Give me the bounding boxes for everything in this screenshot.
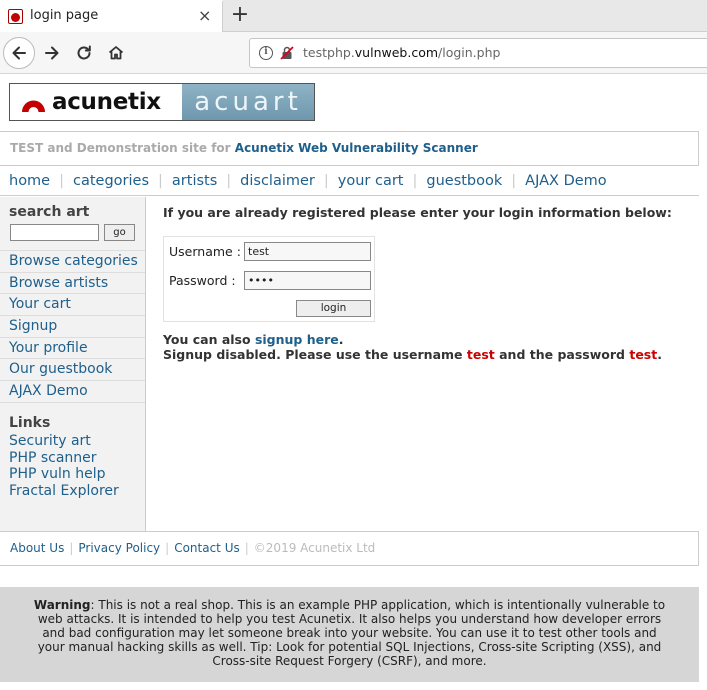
new-tab-icon[interactable]: +	[230, 2, 250, 28]
footer: About Us | Privacy Policy | Contact Us | ©2019…	[0, 531, 699, 566]
list-item: Our guestbook	[0, 358, 145, 380]
footer-about-us[interactable]: About Us	[10, 541, 64, 555]
menu-artists[interactable]: artists	[172, 173, 217, 189]
footer-contact-us[interactable]: Contact Us	[174, 541, 240, 555]
sidebar-item-signup[interactable]: Signup	[9, 318, 57, 334]
acuart-logo: acuart	[182, 84, 314, 120]
top-menu: home | categories | artists | disclaimer…	[0, 166, 699, 196]
list-item: PHP scanner	[9, 450, 145, 467]
link-fractal-explorer[interactable]: Fractal Explorer	[9, 483, 119, 499]
list-item: PHP vuln help	[9, 466, 145, 483]
footer-separator: |	[165, 541, 170, 555]
menu-guestbook[interactable]: guestbook	[426, 173, 502, 189]
reload-icon[interactable]	[68, 37, 100, 69]
menu-separator: |	[158, 172, 163, 189]
password-field[interactable]: ••••	[244, 271, 371, 290]
username-label: Username :	[169, 244, 241, 259]
home-icon[interactable]	[100, 37, 132, 69]
site-logo[interactable]: acunetix acuart	[9, 83, 315, 121]
back-arrow-icon[interactable]	[3, 37, 35, 69]
sidebar-item-your-cart[interactable]: Your cart	[9, 296, 71, 312]
menu-your-cart[interactable]: your cart	[338, 173, 404, 189]
browser-nav-bar: i testphp.vulnweb.com/login.php	[0, 32, 707, 74]
menu-separator: |	[226, 172, 232, 189]
forward-arrow-icon[interactable]	[36, 37, 68, 69]
warning-text: : This is not a real shop. This is an ex…	[37, 598, 666, 668]
login-form: Username : test Password : •••• login	[163, 236, 375, 322]
signup-link[interactable]: signup here	[255, 332, 339, 347]
main-content: If you are already registered please ent…	[163, 205, 699, 362]
acuart-wordmark: acuart	[194, 87, 302, 117]
browser-tab-bar: login page × +	[0, 0, 707, 32]
warning-banner: Warning: This is not a real shop. This i…	[0, 587, 699, 682]
sidebar-item-browse-artists[interactable]: Browse artists	[9, 275, 108, 291]
search-input[interactable]	[10, 224, 99, 241]
links-heading: Links	[0, 401, 145, 433]
password-hint: test	[629, 347, 658, 362]
list-item: Your profile	[0, 336, 145, 359]
password-label: Password :	[169, 273, 236, 288]
go-button[interactable]: go	[104, 224, 135, 241]
site-tagline: TEST and Demonstration site for Acunetix…	[0, 131, 699, 166]
close-tab-icon[interactable]: ×	[198, 6, 211, 26]
credentials-line: Signup disabled. Please use the username…	[163, 347, 662, 362]
sidebar: search art go Browse categories Browse a…	[0, 197, 146, 531]
menu-ajax-demo[interactable]: AJAX Demo	[525, 173, 607, 189]
search-form: go	[0, 223, 145, 249]
signup-line: You can also signup here.	[163, 332, 344, 347]
insecure-lock-icon[interactable]	[279, 45, 295, 61]
list-item: Browse categories	[0, 250, 145, 272]
link-security-art[interactable]: Security art	[9, 433, 91, 449]
menu-separator: |	[511, 172, 517, 189]
username-field[interactable]: test	[244, 242, 371, 261]
browser-tab[interactable]: login page ×	[0, 0, 223, 32]
sidebar-item-ajax-demo[interactable]: AJAX Demo	[9, 383, 88, 399]
footer-separator: |	[244, 541, 249, 555]
sidebar-nav: Browse categories Browse artists Your ca…	[0, 250, 145, 402]
sidebar-item-browse-categories[interactable]: Browse categories	[9, 253, 138, 269]
list-item: Fractal Explorer	[9, 483, 145, 500]
tab-title: login page	[30, 8, 99, 23]
list-item: Security art	[9, 433, 145, 450]
scanner-link[interactable]: Acunetix Web Vulnerability Scanner	[235, 141, 478, 155]
list-item: Browse artists	[0, 271, 145, 294]
list-item: Your cart	[0, 293, 145, 315]
copyright: ©2019 Acunetix Ltd	[253, 541, 376, 555]
search-heading: search art	[9, 204, 90, 220]
address-bar[interactable]: i testphp.vulnweb.com/login.php	[249, 38, 707, 68]
external-links: Security art PHP scanner PHP vuln help F…	[0, 433, 145, 500]
acunetix-logo-icon	[20, 91, 47, 113]
footer-privacy-policy[interactable]: Privacy Policy	[78, 541, 160, 555]
sidebar-item-our-guestbook[interactable]: Our guestbook	[9, 361, 112, 377]
link-php-vuln-help[interactable]: PHP vuln help	[9, 466, 106, 482]
username-hint: test	[466, 347, 495, 362]
menu-separator: |	[59, 172, 64, 189]
list-item: Signup	[0, 315, 145, 337]
sidebar-item-your-profile[interactable]: Your profile	[9, 340, 88, 356]
info-icon[interactable]: i	[259, 46, 273, 60]
acunetix-favicon-icon	[8, 9, 23, 24]
login-button[interactable]: login	[296, 300, 371, 317]
warning-label: Warning	[33, 598, 91, 612]
menu-home[interactable]: home	[9, 173, 50, 189]
menu-categories[interactable]: categories	[73, 173, 149, 189]
list-item: AJAX Demo	[0, 380, 145, 402]
login-instructions: If you are already registered please ent…	[163, 205, 672, 220]
signup-notes: You can also signup here. Signup disable…	[163, 332, 662, 362]
acunetix-logo: acunetix	[10, 84, 182, 120]
footer-separator: |	[69, 541, 74, 555]
menu-disclaimer[interactable]: disclaimer	[240, 173, 315, 189]
menu-separator: |	[323, 172, 329, 189]
tagline-text: TEST and Demonstration site for	[10, 141, 231, 155]
link-php-scanner[interactable]: PHP scanner	[9, 450, 97, 466]
url-text: testphp.vulnweb.com/login.php	[303, 45, 501, 60]
acunetix-wordmark: acunetix	[52, 89, 161, 115]
menu-separator: |	[412, 172, 418, 189]
